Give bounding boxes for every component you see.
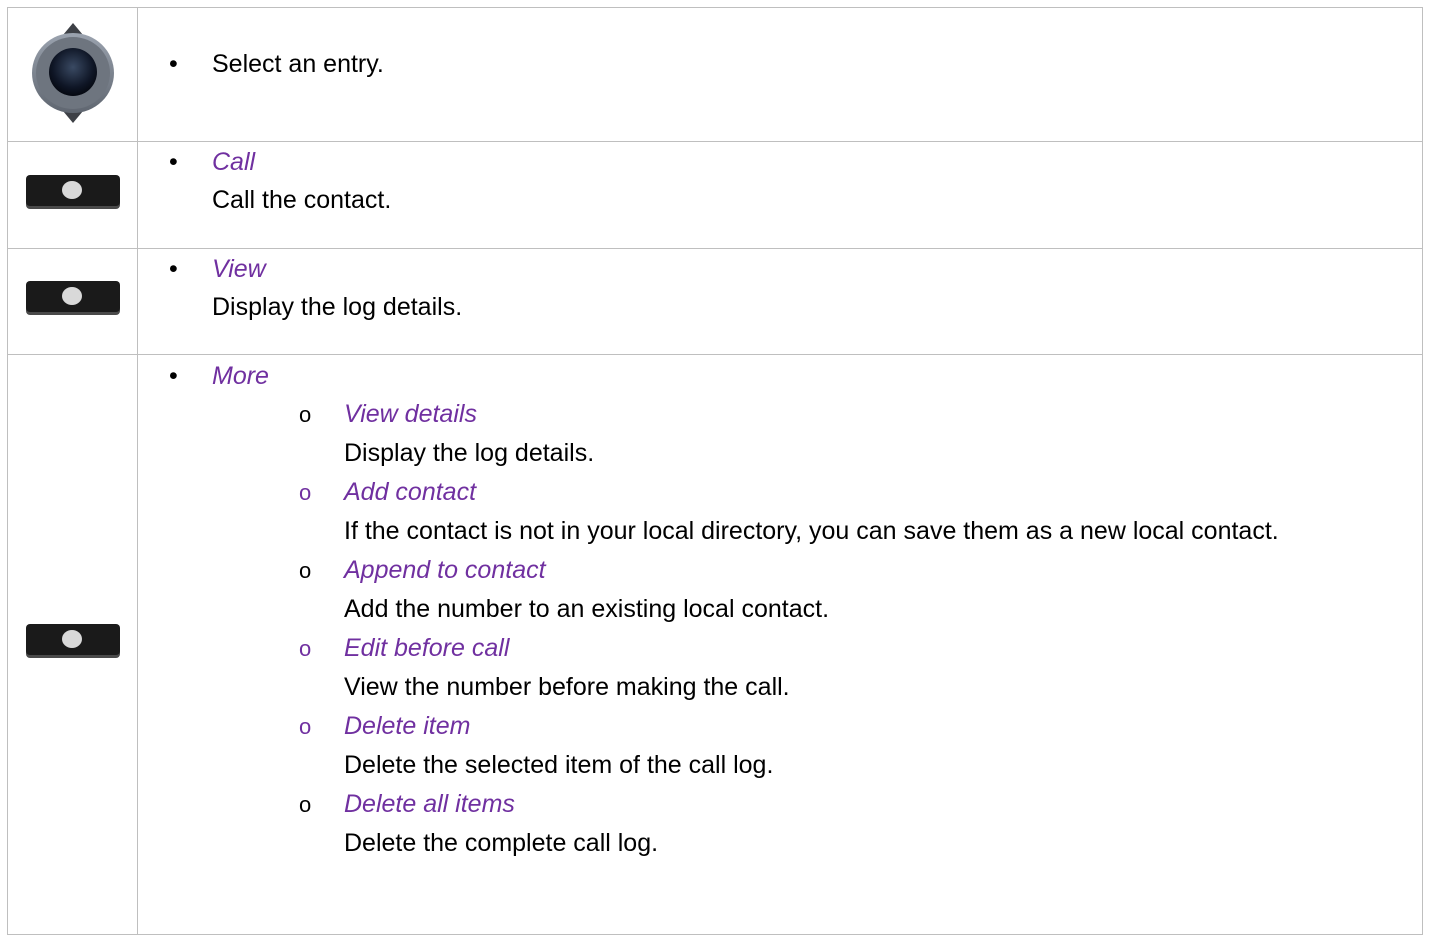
softkey-label-view: View	[212, 255, 266, 283]
table-row-navigation: • Select an entry.	[7, 7, 1423, 142]
icon-cell	[7, 7, 138, 142]
softkey-label-more: More	[212, 362, 269, 390]
icon-cell	[7, 354, 138, 935]
softkey-icon	[25, 174, 120, 209]
submenu-item-add-contact: o Add contact If the contact is not in y…	[138, 473, 1422, 551]
list-item: • More	[138, 357, 1422, 395]
submenu-label: Delete item	[344, 712, 471, 740]
submenu-description: Delete the complete call log.	[344, 829, 659, 857]
list-item: • View Display the log details.	[138, 250, 1422, 326]
icon-cell	[7, 248, 138, 355]
submenu-description: Add the number to an existing local cont…	[344, 595, 830, 623]
icon-cell	[7, 141, 138, 249]
text-cell: • More o View details Display the log de…	[137, 354, 1423, 935]
list-item: • Call Call the contact.	[138, 143, 1422, 219]
softkey-reference-table: • Select an entry. • Call Call the conta…	[7, 7, 1423, 935]
bullet-icon: •	[169, 50, 178, 78]
bullet-icon: •	[169, 362, 178, 390]
text-cell: • Call Call the contact.	[137, 141, 1423, 249]
submenu-item-delete-item: o Delete item Delete the selected item o…	[138, 707, 1422, 785]
sub-bullet-icon: o	[299, 480, 312, 505]
submenu-item-delete-all-items: o Delete all items Delete the complete c…	[138, 785, 1422, 863]
submenu-item-view-details: o View details Display the log details.	[138, 395, 1422, 473]
submenu-description: View the number before making the call.	[344, 673, 790, 701]
navigation-key-icon	[31, 23, 114, 123]
sub-bullet-icon: o	[299, 558, 312, 583]
submenu-description: If the contact is not in your local dire…	[344, 517, 1279, 545]
list-item: • Select an entry.	[138, 45, 1422, 83]
sub-bullet-icon: o	[299, 402, 312, 427]
item-description: Call the contact.	[212, 186, 392, 214]
bullet-icon: •	[169, 148, 178, 176]
submenu-label: Edit before call	[344, 634, 510, 662]
table-row-view: • View Display the log details.	[7, 248, 1423, 355]
softkey-icon	[25, 624, 120, 658]
table-row-more: • More o View details Display the log de…	[7, 354, 1423, 935]
submenu-description: Display the log details.	[344, 439, 595, 467]
sub-bullet-icon: o	[299, 714, 312, 739]
softkey-icon	[25, 281, 120, 315]
submenu-label: Delete all items	[344, 790, 515, 818]
text-cell: • Select an entry.	[137, 7, 1423, 142]
submenu-label: Add contact	[344, 478, 477, 506]
submenu-label: Append to contact	[344, 556, 546, 584]
table-row-call: • Call Call the contact.	[7, 141, 1423, 249]
submenu-item-append-to-contact: o Append to contact Add the number to an…	[138, 551, 1422, 629]
text-cell: • View Display the log details.	[137, 248, 1423, 355]
softkey-label-call: Call	[212, 148, 256, 176]
submenu-label: View details	[344, 400, 477, 428]
item-text: Select an entry.	[212, 50, 384, 78]
item-description: Display the log details.	[212, 293, 463, 321]
bullet-icon: •	[169, 255, 178, 283]
more-submenu-list: o View details Display the log details. …	[138, 395, 1422, 863]
sub-bullet-icon: o	[299, 636, 312, 661]
submenu-item-edit-before-call: o Edit before call View the number befor…	[138, 629, 1422, 707]
submenu-description: Delete the selected item of the call log…	[344, 751, 774, 779]
sub-bullet-icon: o	[299, 792, 312, 817]
